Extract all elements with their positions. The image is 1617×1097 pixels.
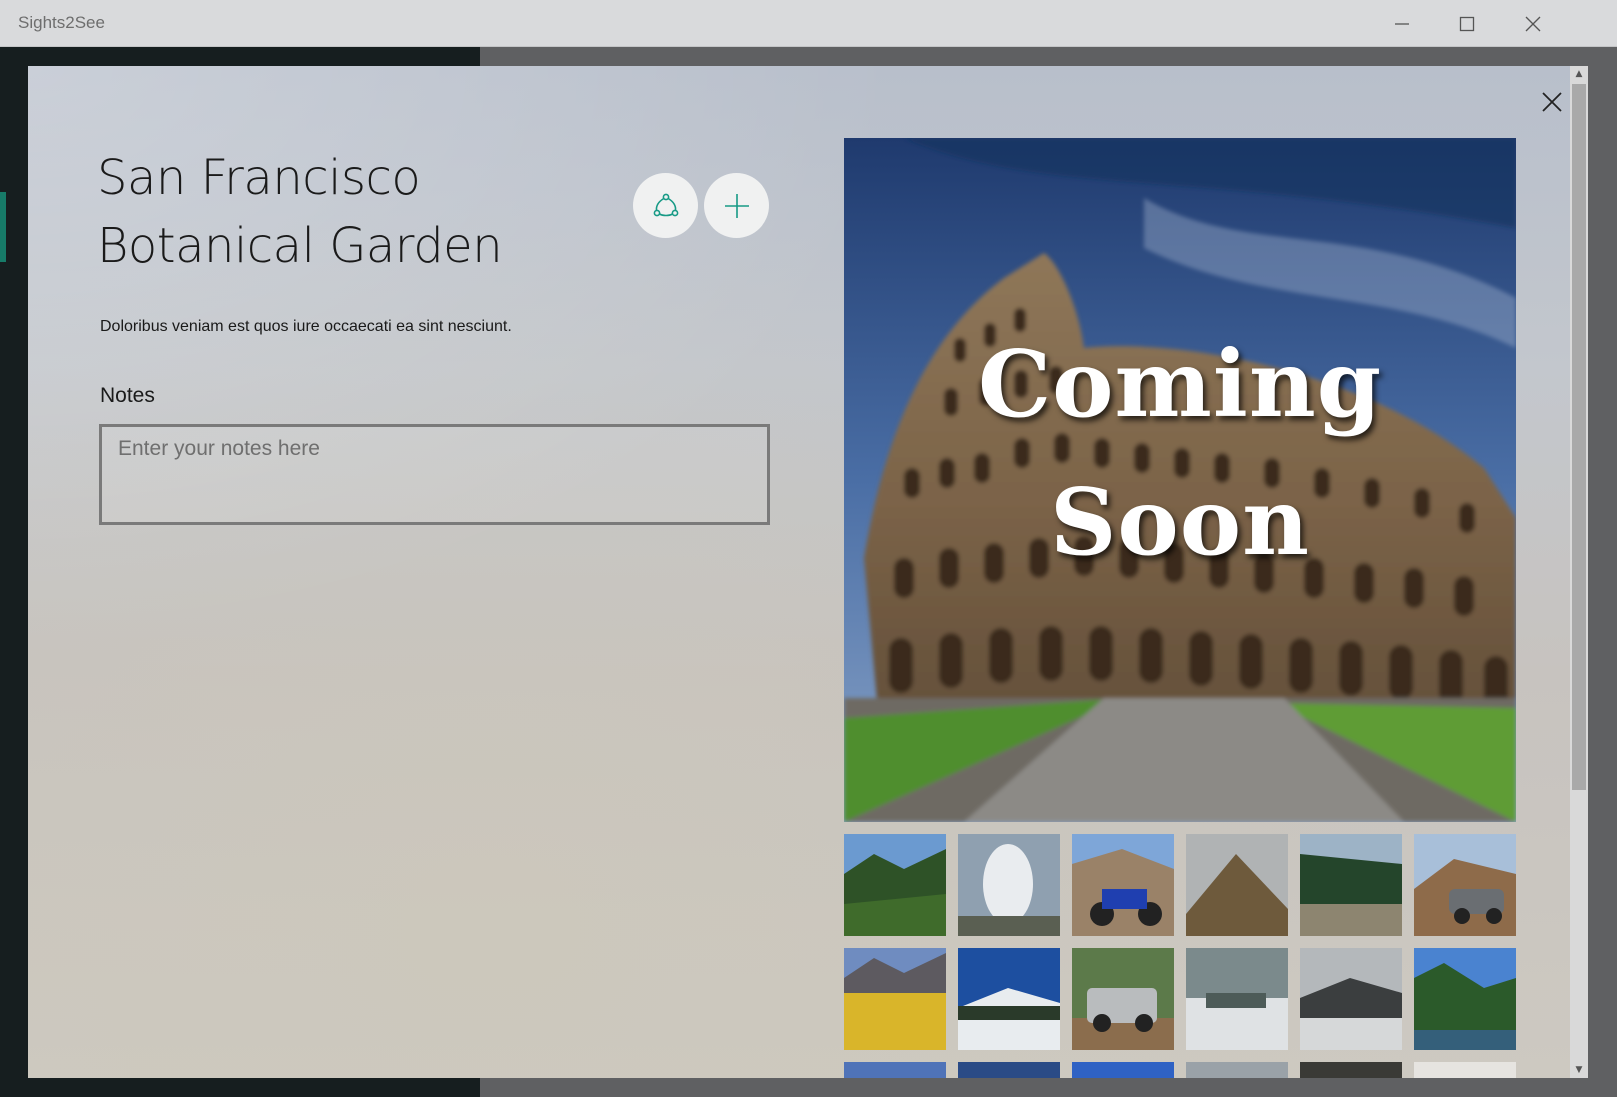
thumbnail[interactable]	[1072, 834, 1174, 936]
scroll-thumb[interactable]	[1572, 84, 1586, 790]
thumbnail[interactable]	[844, 948, 946, 1050]
title-bar: Sights2See	[0, 0, 1617, 47]
thumbnail[interactable]	[1072, 1062, 1174, 1078]
coming-soon-line2: Soon	[1049, 468, 1311, 576]
thumbnail[interactable]	[1414, 834, 1516, 936]
thumbnail[interactable]	[844, 834, 946, 936]
notes-field[interactable]: Enter your notes here	[99, 424, 770, 525]
background-selection-indicator	[0, 192, 6, 262]
thumbnail[interactable]	[1072, 948, 1174, 1050]
place-description: Doloribus veniam est quos iure occaecati…	[100, 318, 512, 335]
minimize-icon	[1395, 22, 1409, 25]
window-close-button[interactable]	[1503, 0, 1563, 47]
coming-soon-line1: Coming	[977, 330, 1383, 438]
thumbnail[interactable]	[958, 948, 1060, 1050]
notes-placeholder: Enter your notes here	[118, 437, 320, 460]
maximize-button[interactable]	[1437, 0, 1497, 47]
dialog-scrollbar[interactable]: ▲ ▼	[1570, 66, 1588, 1078]
thumbnail[interactable]	[1414, 1062, 1516, 1078]
thumbnail[interactable]	[1300, 1062, 1402, 1078]
thumbnail[interactable]	[1186, 834, 1288, 936]
thumbnail[interactable]	[1300, 948, 1402, 1050]
thumbnail[interactable]	[1414, 948, 1516, 1050]
thumbnail[interactable]	[958, 1062, 1060, 1078]
scroll-down-icon[interactable]: ▼	[1570, 1062, 1588, 1078]
thumbnail[interactable]	[844, 1062, 946, 1078]
share-button[interactable]	[633, 173, 698, 238]
place-title: San Francisco Botanical Garden	[97, 150, 503, 274]
close-icon	[1542, 92, 1562, 112]
thumbnail-image	[844, 834, 946, 936]
thumbnail[interactable]	[1186, 1062, 1288, 1078]
add-button[interactable]	[704, 173, 769, 238]
thumbnail[interactable]	[958, 834, 1060, 936]
maximize-icon	[1459, 16, 1475, 31]
place-detail-dialog: San Francisco Botanical Garden Doloribus…	[28, 66, 1571, 1078]
dialog-close-button[interactable]	[1537, 87, 1567, 117]
plus-icon	[724, 193, 749, 218]
share-icon	[653, 193, 678, 216]
notes-label: Notes	[100, 384, 155, 407]
scroll-up-icon[interactable]: ▲	[1570, 66, 1588, 82]
hero-image: Coming Soon	[844, 138, 1516, 822]
close-icon	[1525, 16, 1541, 31]
thumbnail[interactable]	[1300, 834, 1402, 936]
minimize-button[interactable]	[1372, 0, 1432, 47]
app-title: Sights2See	[18, 13, 105, 32]
thumbnail[interactable]	[1186, 948, 1288, 1050]
